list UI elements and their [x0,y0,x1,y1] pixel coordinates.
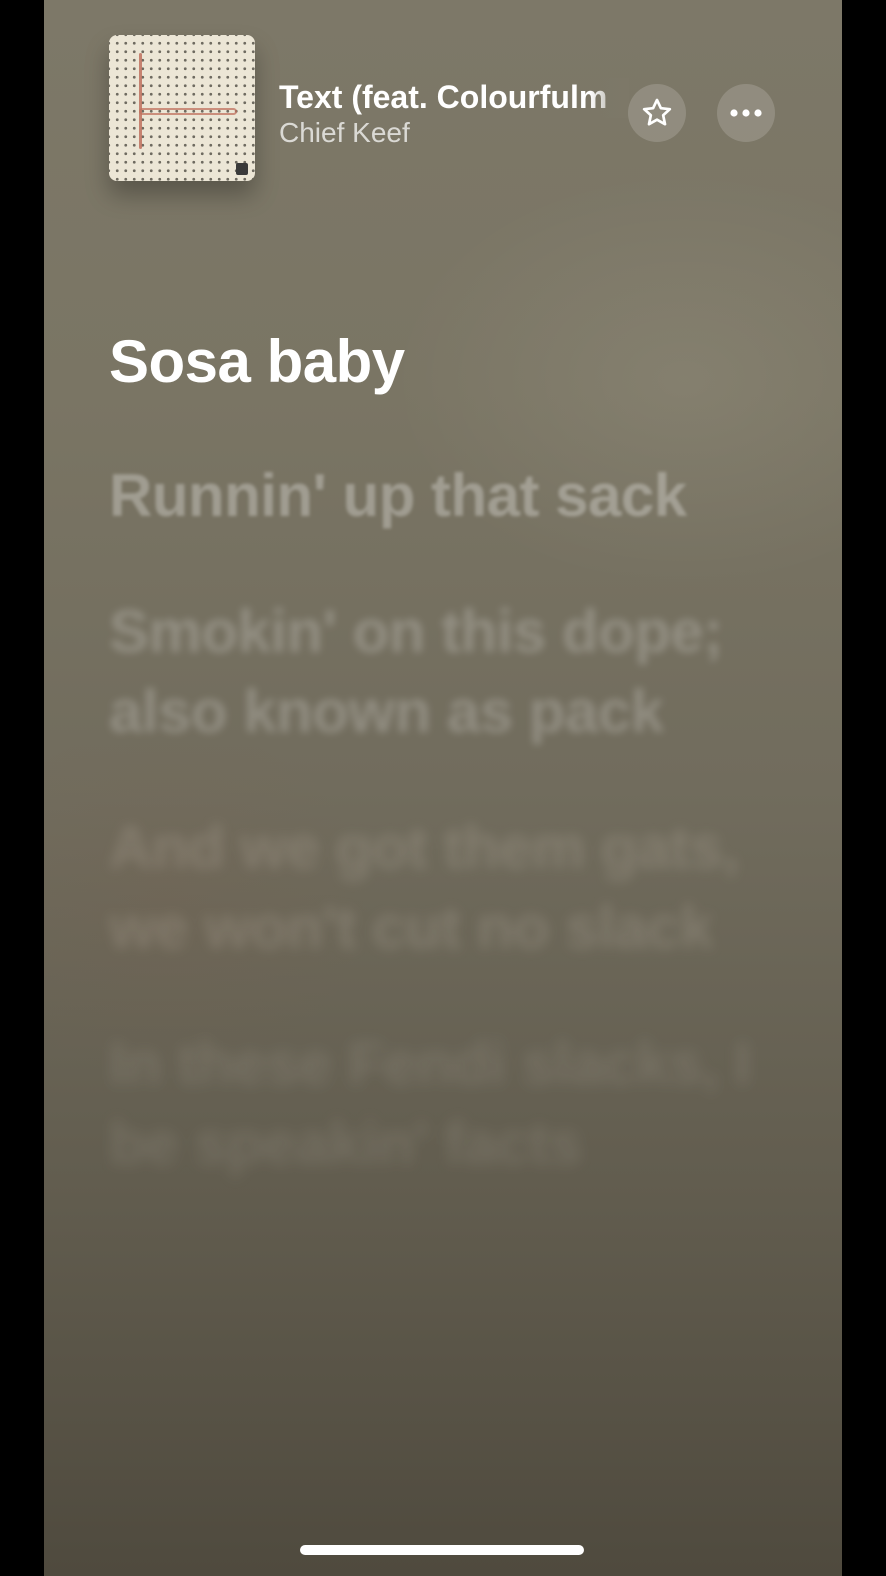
album-artwork[interactable] [109,35,255,181]
lyrics-list: Sosa baby Runnin' up that sack Smokin' o… [109,322,769,1240]
track-artist: Chief Keef [279,117,410,148]
artwork-logo-mark [236,163,248,175]
track-info[interactable]: Text (feat. Colourfulm Chief Keef [279,78,619,150]
more-options-button[interactable] [717,84,775,142]
favorite-button[interactable] [628,84,686,142]
home-indicator[interactable] [300,1545,584,1555]
ellipsis-icon [730,109,762,117]
lyric-line-upcoming[interactable]: In these Fendi slacks, I be speakin' fac… [109,1024,769,1184]
star-outline-icon [642,98,672,126]
lyric-line-upcoming[interactable]: And we got them gats, we won't cut no sl… [109,808,769,968]
lyric-line-current[interactable]: Sosa baby [109,322,769,402]
artwork-line-horizontal [139,108,237,115]
lyric-line-upcoming[interactable]: Runnin' up that sack [109,456,769,536]
artwork-line-vertical [139,53,142,149]
lyric-line-upcoming[interactable]: Smokin' on this dope; also known as pack [109,592,769,752]
title-fade-overlay [589,78,629,118]
track-title: Text (feat. Colourfulm [279,79,608,115]
now-playing-header: Text (feat. Colourfulm Chief Keef [44,0,842,200]
lyrics-screen: Text (feat. Colourfulm Chief Keef Sosa b… [44,0,842,1576]
